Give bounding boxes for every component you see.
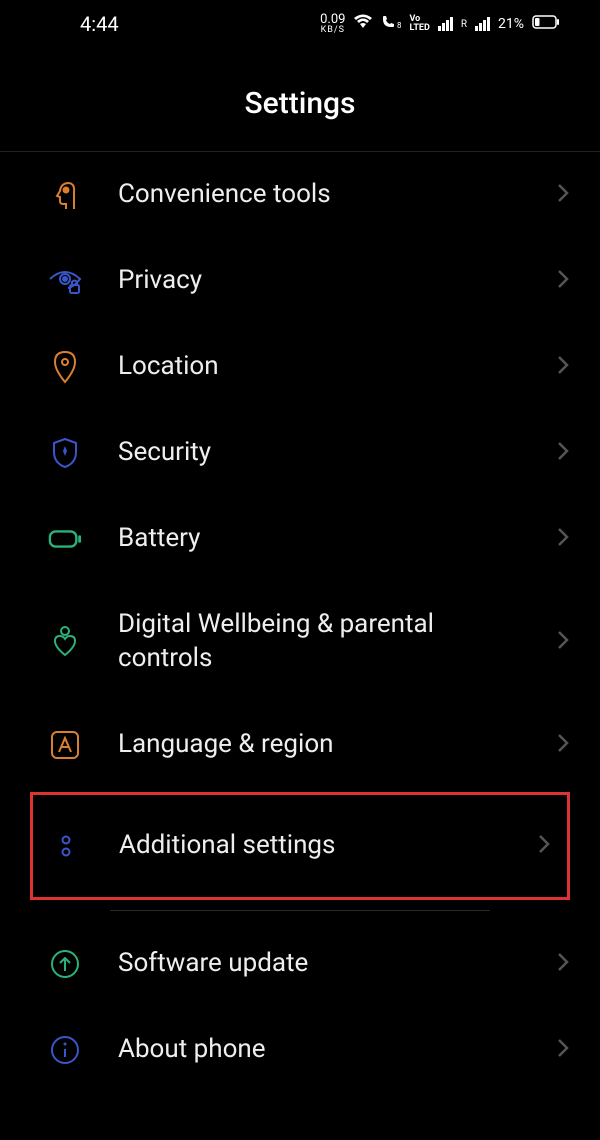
settings-item-label: Additional settings [119, 829, 501, 863]
chevron-right-icon [556, 439, 570, 467]
status-bar: 4:44 0.09 KB/S 8 Vo LTED R 21% [0, 0, 600, 44]
pin-icon [48, 350, 82, 384]
settings-item-additional-settings[interactable]: Additional settings [30, 792, 570, 900]
settings-item-software-update[interactable]: Software update [0, 921, 600, 1007]
settings-item-label: Battery [118, 522, 520, 556]
svg-text:8: 8 [397, 21, 401, 30]
settings-item-label: Digital Wellbeing & parental controls [118, 608, 520, 676]
chevron-right-icon [556, 950, 570, 978]
settings-item-digital-wellbeing[interactable]: Digital Wellbeing & parental controls [0, 582, 600, 702]
chevron-right-icon [556, 525, 570, 553]
battery-percent: 21% [498, 16, 524, 32]
status-time: 4:44 [80, 12, 119, 36]
info-circle-icon [48, 1033, 82, 1067]
settings-item-battery[interactable]: Battery [0, 496, 600, 582]
settings-item-label: Privacy [118, 264, 520, 298]
settings-item-privacy[interactable]: Privacy [0, 238, 600, 324]
settings-item-about-phone[interactable]: About phone [0, 1007, 600, 1093]
call-wifi-icon: 8 [381, 14, 401, 34]
settings-list: Convenience tools Privacy Location Security… [0, 152, 600, 1093]
signal-2-icon [475, 17, 490, 31]
list-divider [110, 910, 490, 911]
settings-item-language-region[interactable]: Language & region [0, 702, 600, 788]
wifi-icon [353, 14, 373, 34]
person-heart-icon [48, 625, 82, 659]
chevron-right-icon [556, 628, 570, 656]
status-right: 0.09 KB/S 8 Vo LTED R 21% [320, 13, 560, 35]
settings-item-label: Language & region [118, 728, 520, 762]
settings-item-label: Location [118, 350, 520, 384]
chevron-right-icon [556, 353, 570, 381]
head-icon [48, 178, 82, 212]
chevron-right-icon [556, 181, 570, 209]
volte-icon: Vo LTED [409, 15, 429, 33]
chevron-right-icon [556, 1036, 570, 1064]
roaming-indicator: R [461, 19, 467, 30]
settings-item-label: Software update [118, 947, 520, 981]
settings-item-location[interactable]: Location [0, 324, 600, 410]
battery-icon [532, 15, 560, 33]
settings-item-convenience-tools[interactable]: Convenience tools [0, 152, 600, 238]
settings-item-label: About phone [118, 1033, 520, 1067]
eye-lock-icon [48, 264, 82, 298]
dots-icon [49, 829, 83, 863]
settings-item-security[interactable]: Security [0, 410, 600, 496]
shield-icon [48, 436, 82, 470]
chevron-right-icon [556, 267, 570, 295]
signal-1-icon [438, 17, 453, 31]
arrow-up-circle-icon [48, 947, 82, 981]
chevron-right-icon [556, 731, 570, 759]
settings-item-label: Security [118, 436, 520, 470]
settings-item-label: Convenience tools [118, 178, 520, 212]
network-speed: 0.09 KB/S [320, 13, 345, 35]
page-title: Settings [0, 44, 600, 152]
battery-icon [48, 522, 82, 556]
letter-a-icon [48, 728, 82, 762]
chevron-right-icon [537, 832, 551, 860]
